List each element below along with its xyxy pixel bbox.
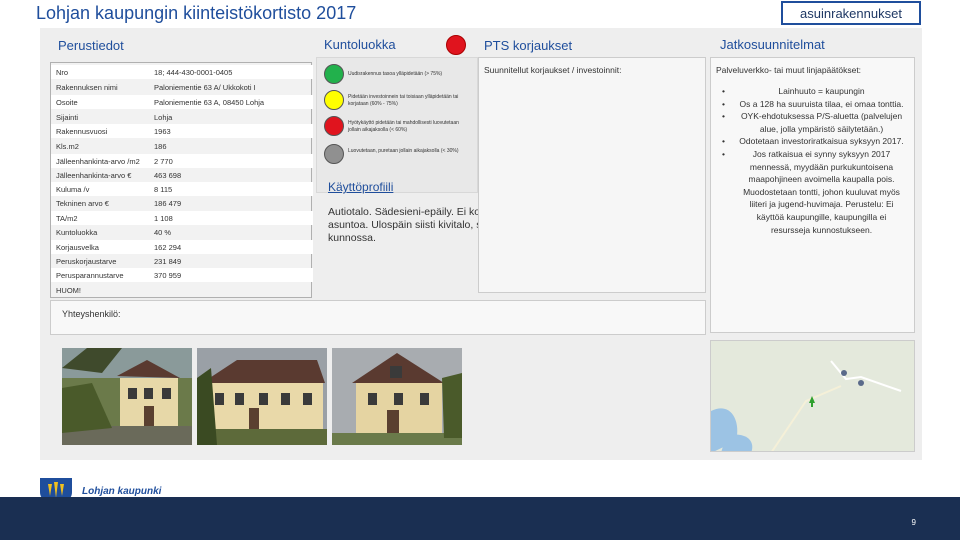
info-key: Perusparannustarve xyxy=(56,271,124,280)
pts-subtitle: Suunnitellut korjaukset / investoinnit: xyxy=(484,65,622,75)
info-key: Rakennuksen nimi xyxy=(56,83,118,92)
basic-info-title: Perustiedot xyxy=(58,38,124,53)
building-photo xyxy=(197,348,327,445)
plans-list: Lainhuuto = kaupungin Os a 128 ha suurui… xyxy=(722,85,907,236)
table-row: Perusparannustarve 370 959 xyxy=(51,268,313,282)
table-row: Jälleenhankinta-arvo € 463 698 xyxy=(51,168,313,182)
basic-info-table: Nro 18; 444-430-0001-0405 Rakennuksen nim… xyxy=(50,62,313,298)
yellow-level-dot xyxy=(324,90,344,110)
info-key: TA/m2 xyxy=(56,214,78,223)
info-key: Jälleenhankinta-arvo /m2 xyxy=(56,157,140,166)
plans-title: Jatkosuunnitelmat xyxy=(720,37,825,52)
page-number: 9 xyxy=(911,518,916,527)
table-row: Tekninen arvo € 186 479 xyxy=(51,196,313,210)
table-row: Korjausvelka 162 294 xyxy=(51,240,313,254)
table-row: Osoite Paloniementie 63 A, 08450 Lohja xyxy=(51,95,313,109)
condition-level-text: Hyötykäyttö pidetään tai mahdollisesti l… xyxy=(348,120,459,133)
info-key: Kuluma /v xyxy=(56,185,90,194)
info-value: 1963 xyxy=(154,127,171,136)
info-value: Paloniementie 63 A/ Ukkokoti I xyxy=(154,83,256,92)
table-row: Kuluma /v 8 115 xyxy=(51,182,313,196)
info-key: Rakennusvuosi xyxy=(56,127,108,136)
list-item: Odotetaan investoriratkaisua syksyyn 201… xyxy=(722,135,907,148)
info-value: 1 108 xyxy=(154,214,173,223)
info-key: Jälleenhankinta-arvo € xyxy=(56,171,132,180)
org-name: Lohjan kaupunki xyxy=(82,486,162,497)
category-badge: asuinrakennukset xyxy=(781,1,921,25)
table-row: HUOM! xyxy=(51,283,313,297)
info-value: 8 115 xyxy=(154,185,173,194)
table-row: Kls.m2 186 xyxy=(51,139,313,153)
building-photo xyxy=(62,348,192,445)
table-row: Jälleenhankinta-arvo /m2 2 770 xyxy=(51,154,313,168)
info-value: 162 294 xyxy=(154,243,182,252)
info-key: HUOM! xyxy=(56,286,81,295)
footer-bar xyxy=(0,497,960,540)
info-value: 231 849 xyxy=(154,257,182,266)
table-row: Kuntoluokka 40 % xyxy=(51,225,313,239)
info-value: 186 xyxy=(154,142,167,151)
contact-box xyxy=(50,300,706,335)
info-key: Osoite xyxy=(56,98,78,107)
current-condition-indicator xyxy=(446,35,466,55)
condition-level-text: Pidetään investoinnein tai toisiaan yllä… xyxy=(348,94,459,107)
pts-box xyxy=(478,57,706,293)
table-row: Peruskorjaustarve 231 849 xyxy=(51,254,313,268)
info-value: 40 % xyxy=(154,228,172,237)
usage-profile-title: Käyttöprofiili xyxy=(328,180,394,194)
building-photo xyxy=(332,348,462,445)
info-key: Tekninen arvo € xyxy=(56,199,109,208)
pts-title: PTS korjaukset xyxy=(484,38,573,53)
info-value: 18; 444-430-0001-0405 xyxy=(154,68,233,77)
plans-subtitle: Palveluverkko- tai muut linjapäätökset: xyxy=(716,65,862,75)
info-value: Paloniementie 63 A, 08450 Lohja xyxy=(154,98,265,107)
contact-label: Yhteyshenkilö: xyxy=(62,309,121,319)
info-key: Kls.m2 xyxy=(56,142,79,151)
list-item: OYK-ehdotuksessa P/S-aluetta (palvelujen… xyxy=(722,110,907,135)
list-item: Jos ratkaisua ei synny syksyyn 2017 menn… xyxy=(722,148,907,236)
table-row: Nro 18; 444-430-0001-0405 xyxy=(51,65,313,79)
list-item: Os a 128 ha suuruista tilaa, ei omaa ton… xyxy=(722,98,907,111)
table-row: Rakennusvuosi 1963 xyxy=(51,124,313,138)
info-key: Sijainti xyxy=(56,113,79,122)
info-value: 463 698 xyxy=(154,171,182,180)
info-key: Kuntoluokka xyxy=(56,228,98,237)
condition-title: Kuntoluokka xyxy=(324,37,396,52)
info-value: Lohja xyxy=(154,113,173,122)
info-key: Nro xyxy=(56,68,69,77)
green-level-dot xyxy=(324,64,344,84)
grey-level-dot xyxy=(324,144,344,164)
table-row: Rakennuksen nimi Paloniementie 63 A/ Ukko… xyxy=(51,80,313,94)
condition-level-text: Uudisrakennus tasoa ylläpidetään (> 75%) xyxy=(348,71,443,77)
location-map xyxy=(710,340,915,452)
info-value: 186 479 xyxy=(154,199,182,208)
info-value: 2 770 xyxy=(154,157,173,166)
info-value: 370 959 xyxy=(154,271,182,280)
info-key: Korjausvelka xyxy=(56,243,99,252)
info-key: Peruskorjaustarve xyxy=(56,257,117,266)
table-row: Sijainti Lohja xyxy=(51,110,313,124)
page-title: Lohjan kaupungin kiinteistökortisto 2017 xyxy=(36,3,357,23)
red-level-dot xyxy=(324,116,344,136)
condition-level-text: Luovutetaan, puretaan jollain aikajaksol… xyxy=(348,148,459,154)
table-row: TA/m2 1 108 xyxy=(51,211,313,225)
list-item: Lainhuuto = kaupungin xyxy=(722,85,907,98)
